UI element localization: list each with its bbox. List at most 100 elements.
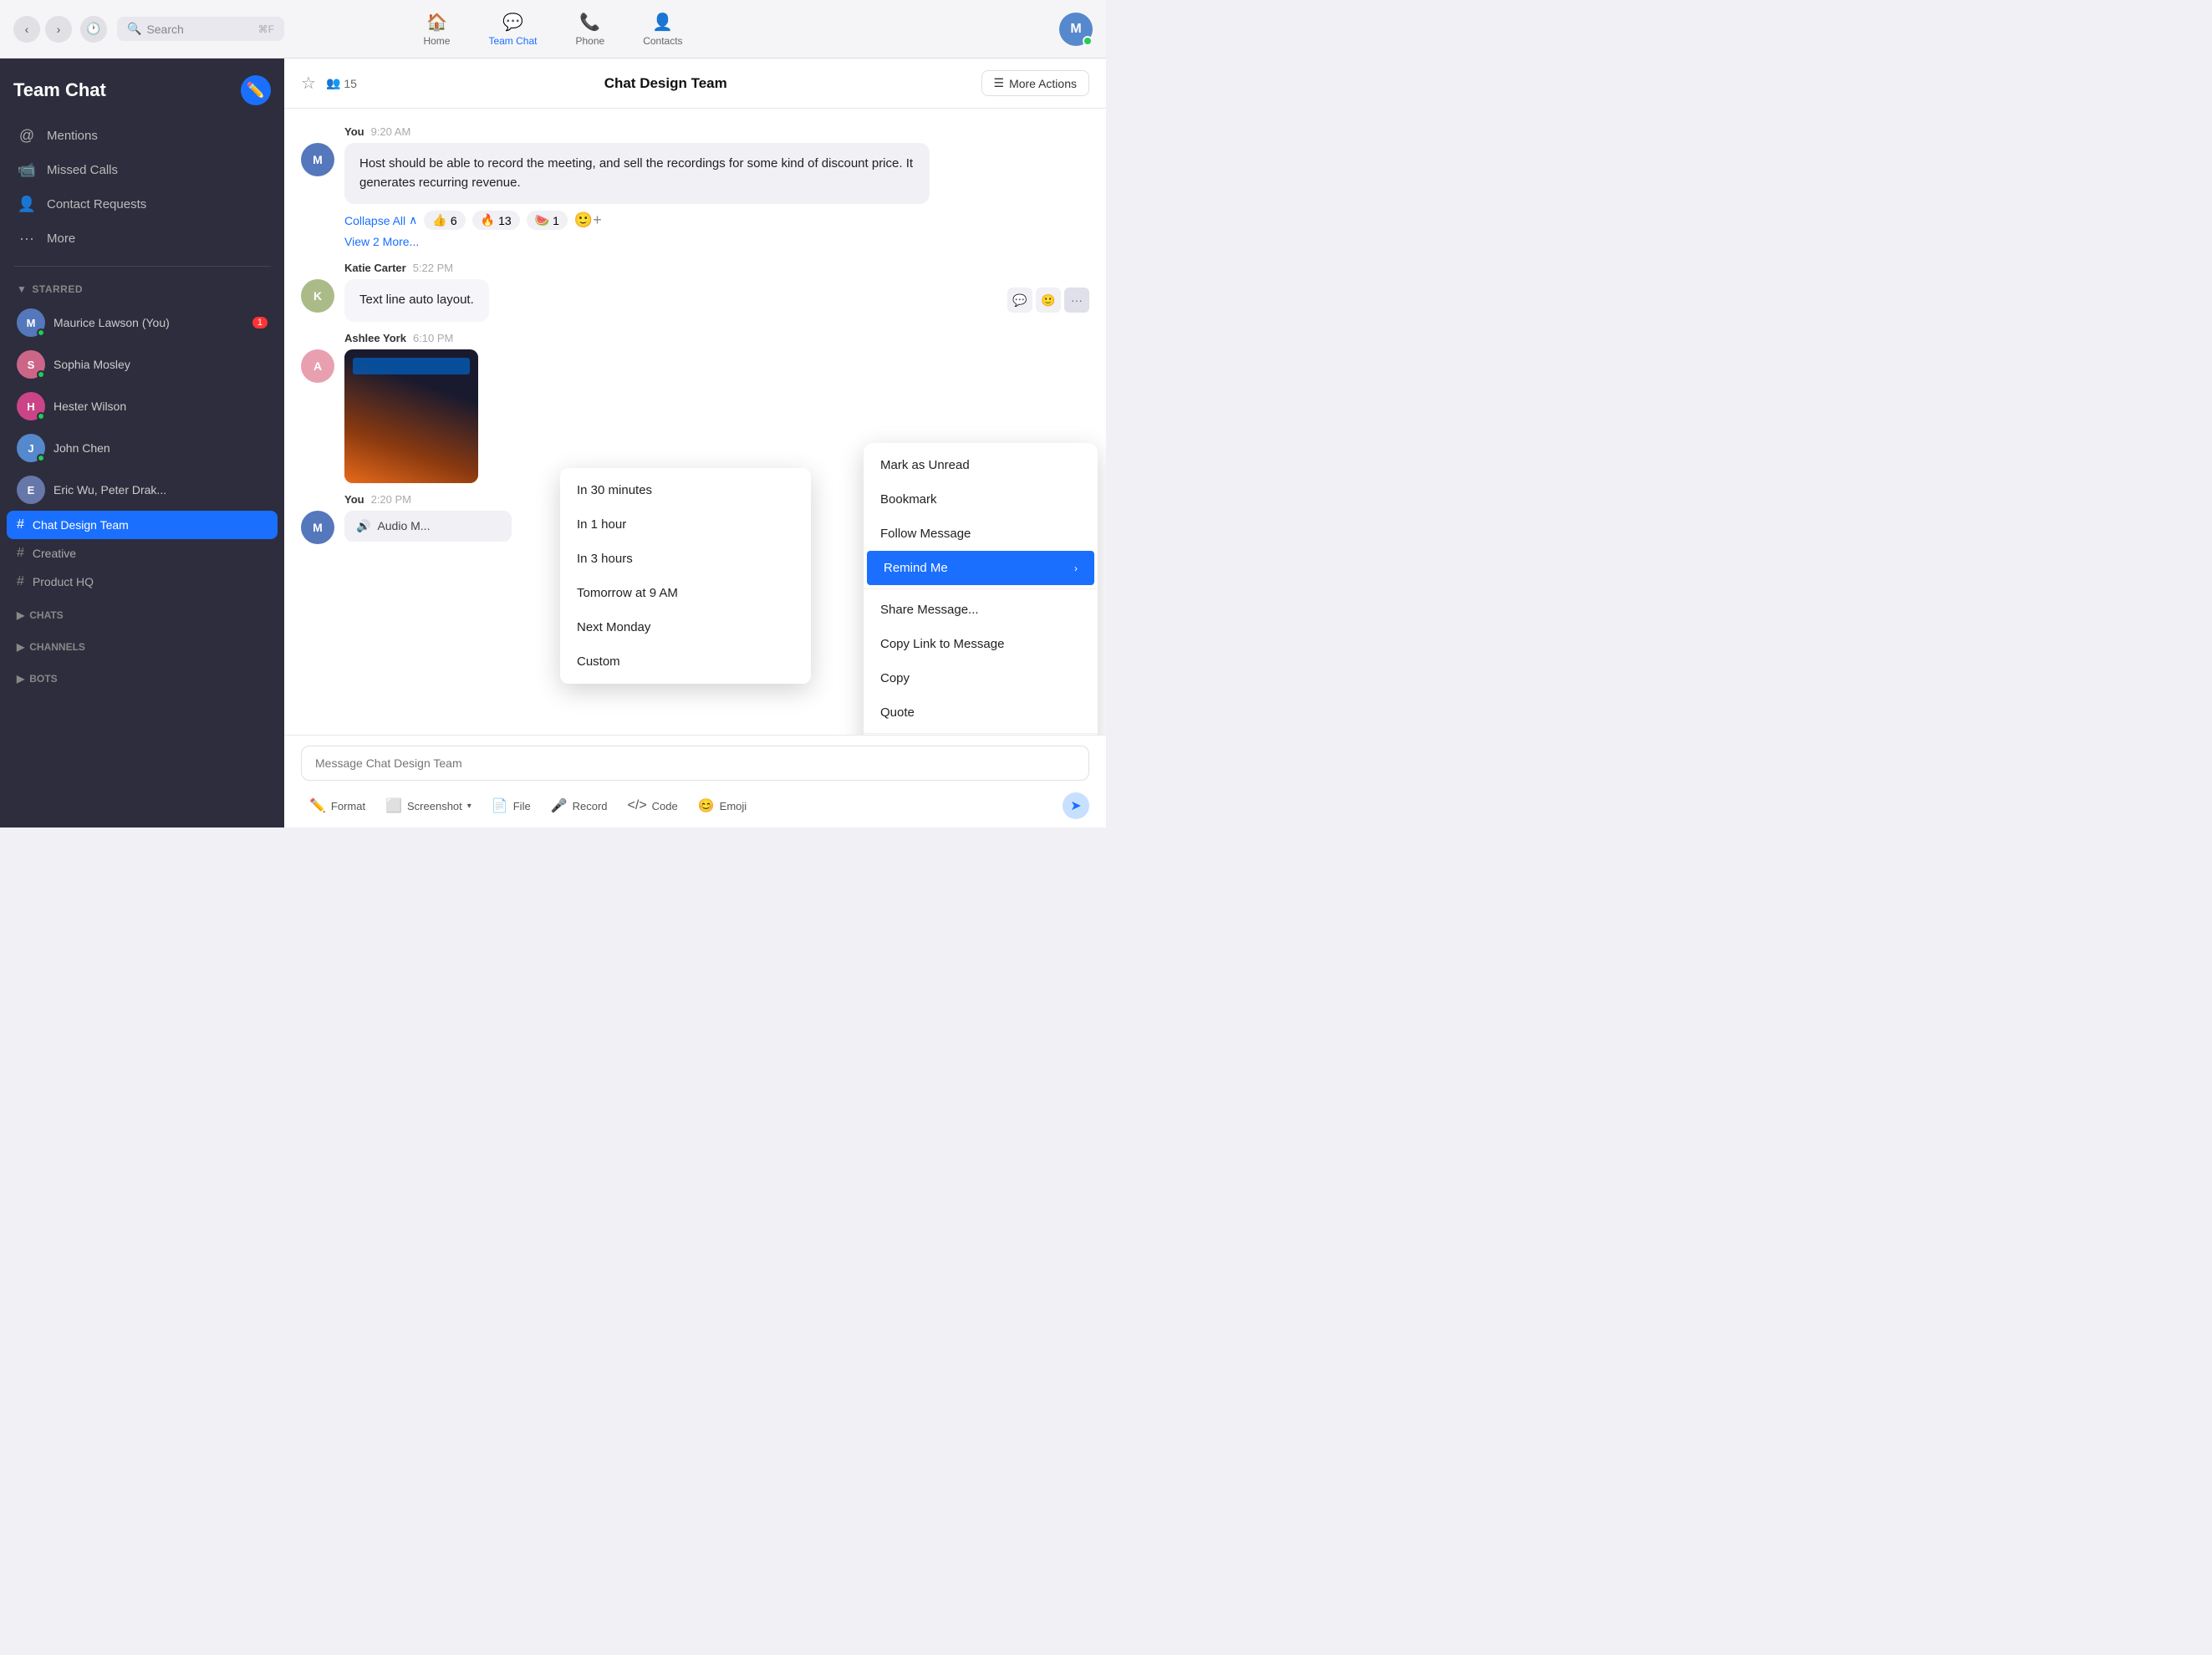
remind-tomorrow[interactable]: Tomorrow at 9 AM	[560, 576, 811, 610]
view-more-button[interactable]: View 2 More...	[344, 235, 1089, 248]
context-copy[interactable]: Copy	[864, 661, 1098, 695]
remind-submenu: In 30 minutes In 1 hour In 3 hours Tomor…	[560, 468, 811, 684]
remind-monday[interactable]: Next Monday	[560, 610, 811, 644]
contact-avatar-john: J	[17, 434, 45, 462]
star-button[interactable]: ☆	[301, 73, 316, 94]
code-button[interactable]: </> Code	[619, 793, 686, 818]
send-button[interactable]: ➤	[1063, 792, 1089, 819]
nav-phone[interactable]: 📞 Phone	[568, 8, 611, 50]
file-button[interactable]: 📄 File	[483, 792, 539, 819]
sidebar-item-missed-calls[interactable]: 📹 Missed Calls	[7, 153, 278, 187]
mentions-icon: @	[17, 127, 37, 145]
nav-center: 🏠 Home 💬 Team Chat 📞 Phone 👤 Contacts	[416, 8, 689, 50]
fire-emoji: 🔥	[481, 213, 495, 227]
contact-item-sophia[interactable]: S Sophia Mosley	[7, 344, 278, 385]
reaction-watermelon[interactable]: 🍉 1	[527, 211, 568, 230]
nav-team-chat[interactable]: 💬 Team Chat	[482, 8, 543, 50]
user-avatar[interactable]: M	[1059, 13, 1093, 46]
emoji-icon: 😊	[698, 797, 715, 814]
context-mark-unread[interactable]: Mark as Unread	[864, 448, 1098, 482]
context-menu: Mark as Unread Bookmark Follow Message R…	[864, 443, 1098, 735]
record-button[interactable]: 🎤 Record	[543, 792, 616, 819]
watermelon-count: 1	[553, 214, 559, 227]
member-count-value: 15	[344, 77, 357, 90]
contact-name-maurice: Maurice Lawson (You)	[54, 316, 170, 329]
emoji-button[interactable]: 😊 Emoji	[690, 792, 755, 819]
file-icon: 📄	[492, 797, 508, 814]
channel-name-product-hq: Product HQ	[33, 575, 94, 588]
compose-button[interactable]: ✏️	[241, 75, 271, 105]
bookmark-label: Bookmark	[880, 492, 937, 507]
reply-button[interactable]: 💬	[1007, 288, 1032, 313]
message-bubble-1: Host should be able to record the meetin…	[344, 143, 930, 204]
channels-section-header[interactable]: ▶ CHANNELS	[7, 634, 278, 659]
image-message	[344, 349, 478, 483]
audio-message: 🔊 Audio M...	[344, 511, 512, 542]
starred-header[interactable]: ▼ STARRED	[7, 277, 278, 302]
collapsible-channels: ▶ CHANNELS	[0, 634, 284, 659]
channel-item-product-hq[interactable]: # Product HQ	[7, 568, 278, 596]
reaction-fire[interactable]: 🔥 13	[472, 211, 520, 230]
nav-contacts[interactable]: 👤 Contacts	[636, 8, 689, 50]
add-reaction-button[interactable]: 🙂+	[574, 211, 602, 229]
remind-3hr[interactable]: In 3 hours	[560, 542, 811, 576]
context-follow[interactable]: Follow Message	[864, 517, 1098, 551]
message-bubble-2: Text line auto layout.	[344, 279, 489, 322]
context-remind[interactable]: Remind Me ›	[867, 551, 1094, 585]
avatar-online-indicator	[1083, 36, 1093, 46]
nav-arrows: ‹ ›	[13, 16, 72, 43]
context-copy-link[interactable]: Copy Link to Message	[864, 627, 1098, 661]
nav-forward-button[interactable]: ›	[45, 16, 72, 43]
contact-item-maurice[interactable]: M Maurice Lawson (You) 1	[7, 302, 278, 344]
collapse-all-button[interactable]: Collapse All ∧	[344, 213, 417, 227]
screenshot-button[interactable]: ⬜ Screenshot ▾	[377, 792, 480, 819]
nav-history-button[interactable]: 🕐	[80, 16, 107, 43]
react-button[interactable]: 🙂	[1036, 288, 1061, 313]
context-share[interactable]: Share Message...	[864, 593, 1098, 627]
sidebar: Team Chat ✏️ @ Mentions 📹 Missed Calls 👤…	[0, 59, 284, 828]
contact-requests-label: Contact Requests	[47, 197, 146, 211]
remind-30min[interactable]: In 30 minutes	[560, 473, 811, 507]
channel-hash-icon: #	[17, 517, 24, 532]
format-button[interactable]: ✏️ Format	[301, 792, 374, 819]
remind-1hr[interactable]: In 1 hour	[560, 507, 811, 542]
starred-chevron-icon: ▼	[17, 283, 27, 295]
contact-name-sophia: Sophia Mosley	[54, 358, 130, 371]
channel-item-creative[interactable]: # Creative	[7, 539, 278, 568]
context-divider-2	[864, 733, 1098, 734]
remind-chevron-icon: ›	[1074, 563, 1078, 574]
chats-section-header[interactable]: ▶ CHATS	[7, 603, 278, 628]
remind-custom[interactable]: Custom	[560, 644, 811, 679]
avatar-initials-maurice: M	[27, 317, 36, 329]
timestamp-2: 5:22 PM	[413, 262, 453, 274]
avatar-initials-john: J	[28, 442, 33, 455]
contact-item-john[interactable]: J John Chen	[7, 427, 278, 469]
message-content-1: Host should be able to record the meetin…	[344, 143, 1089, 248]
sidebar-item-more[interactable]: ··· More	[7, 222, 278, 256]
sidebar-item-contact-requests[interactable]: 👤 Contact Requests	[7, 187, 278, 222]
sender-katie: Katie Carter	[344, 262, 406, 274]
nav-home[interactable]: 🏠 Home	[416, 8, 456, 50]
channels-label: CHANNELS	[29, 641, 85, 653]
contact-avatar-hester: H	[17, 392, 45, 420]
bots-section-header[interactable]: ▶ BOTS	[7, 666, 278, 691]
more-actions-button[interactable]: ☰ More Actions	[981, 70, 1090, 96]
format-icon: ✏️	[309, 797, 326, 814]
channel-item-chat-design[interactable]: # Chat Design Team	[7, 511, 278, 539]
contact-item-eric[interactable]: E Eric Wu, Peter Drak...	[7, 469, 278, 511]
search-bar[interactable]: 🔍 Search ⌘F	[117, 17, 284, 41]
chats-chevron-icon: ▶	[17, 609, 24, 621]
starred-section: ▼ STARRED M Maurice Lawson (You) 1 S Sop…	[0, 277, 284, 596]
search-shortcut: ⌘F	[258, 23, 274, 35]
context-quote[interactable]: Quote	[864, 695, 1098, 730]
sidebar-header: Team Chat ✏️	[0, 59, 284, 119]
collapsible-bots: ▶ BOTS	[0, 666, 284, 691]
copy-link-label: Copy Link to Message	[880, 637, 1004, 651]
message-input[interactable]	[301, 746, 1089, 781]
contact-item-hester[interactable]: H Hester Wilson	[7, 385, 278, 427]
sidebar-item-mentions[interactable]: @ Mentions	[7, 119, 278, 153]
more-button[interactable]: ···	[1064, 288, 1089, 313]
context-bookmark[interactable]: Bookmark	[864, 482, 1098, 517]
reaction-thumbsup[interactable]: 👍 6	[424, 211, 465, 230]
nav-back-button[interactable]: ‹	[13, 16, 40, 43]
